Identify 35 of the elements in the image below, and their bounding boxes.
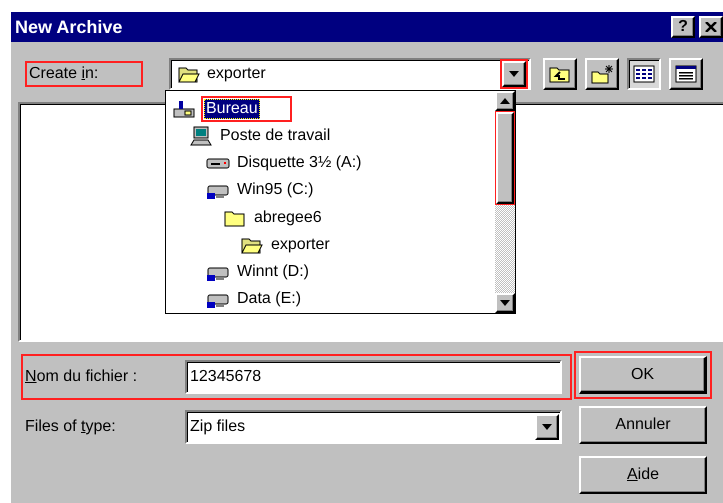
close-button[interactable] <box>699 16 723 38</box>
file-type-select[interactable]: Zip files <box>185 410 562 444</box>
file-name-label: Nom du fichier : <box>25 368 138 386</box>
tree-item[interactable]: Data (E:) <box>235 289 304 310</box>
help-button[interactable]: ? <box>671 16 695 38</box>
tree-item[interactable]: exporter <box>269 234 332 255</box>
create-in-label: Create in: <box>29 65 100 83</box>
dialog-button[interactable]: Annuler <box>579 406 707 444</box>
tree-item[interactable]: Disquette 3½ (A:) <box>235 153 364 174</box>
desktop-icon <box>172 98 196 119</box>
tree-item[interactable]: Poste de travail <box>218 126 332 146</box>
down-arrow-icon <box>500 300 510 306</box>
dialog-button[interactable]: Aide <box>579 456 707 494</box>
new-folder-icon <box>590 64 614 84</box>
scrollbar[interactable] <box>495 91 515 313</box>
up-arrow-icon <box>500 98 510 104</box>
details-view-icon <box>674 64 698 84</box>
tree-item[interactable]: abregee6 <box>252 208 324 228</box>
close-icon <box>705 22 717 32</box>
toolbar-button[interactable] <box>627 58 661 90</box>
scroll-down-button[interactable] <box>495 293 515 313</box>
file-type-label: Files of type: <box>25 418 117 436</box>
computer-icon <box>189 126 213 146</box>
tree-item[interactable]: Win95 (C:) <box>235 180 316 200</box>
down-arrow-icon <box>542 424 552 430</box>
window-title: New Archive <box>15 16 124 38</box>
folder-combo[interactable]: exporter <box>169 58 531 90</box>
down-arrow-icon <box>509 71 519 77</box>
scroll-up-button[interactable] <box>495 91 515 111</box>
dropdown-button[interactable] <box>535 414 559 440</box>
tree-item[interactable]: Bureau <box>204 98 260 119</box>
list-view-icon <box>632 64 656 84</box>
file-name-field[interactable]: 12345678 <box>185 360 562 394</box>
dialog-button[interactable]: OK <box>579 356 707 394</box>
tree-item[interactable]: Winnt (D:) <box>235 262 311 282</box>
